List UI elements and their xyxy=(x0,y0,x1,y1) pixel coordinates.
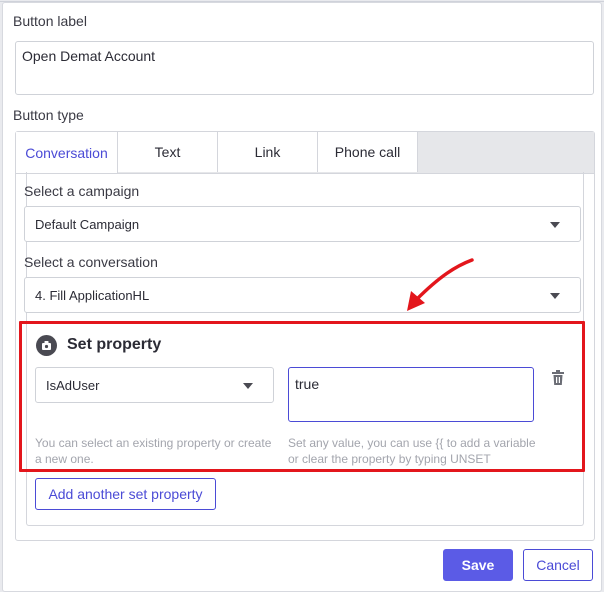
property-select[interactable]: IsAdUser xyxy=(35,367,274,403)
trash-icon[interactable] xyxy=(551,370,565,386)
arrow-annotation xyxy=(407,258,474,311)
button-type-heading: Button type xyxy=(13,107,84,123)
save-button[interactable]: Save xyxy=(443,549,513,581)
tab-text[interactable]: Text xyxy=(118,132,218,172)
chevron-down-icon xyxy=(550,293,560,299)
button-label-input[interactable]: Open Demat Account xyxy=(15,41,594,95)
property-select-value: IsAdUser xyxy=(46,377,100,393)
value-hint: Set any value, you can use {{ to add a v… xyxy=(288,436,536,466)
gear-icon xyxy=(36,335,57,356)
add-set-property-button[interactable]: Add another set property xyxy=(35,478,216,510)
tab-phone-call[interactable]: Phone call xyxy=(318,132,418,172)
chevron-down-icon xyxy=(550,222,560,228)
conversation-select[interactable]: 4. Fill ApplicationHL xyxy=(24,277,581,313)
cancel-button[interactable]: Cancel xyxy=(523,549,593,581)
property-value-input[interactable]: true xyxy=(288,367,534,422)
tab-conversation[interactable]: Conversation xyxy=(16,132,118,173)
chevron-down-icon xyxy=(243,383,253,389)
button-editor-modal: Button label Open Demat Account Button t… xyxy=(2,2,602,592)
conversation-select-value: 4. Fill ApplicationHL xyxy=(35,287,150,303)
set-property-title: Set property xyxy=(67,336,162,353)
campaign-select-value: Default Campaign xyxy=(35,216,140,232)
button-type-tabs: Conversation Text Link Phone call xyxy=(16,132,594,174)
gear-glyph xyxy=(42,341,51,350)
campaign-label: Select a campaign xyxy=(24,183,140,199)
campaign-select[interactable]: Default Campaign xyxy=(24,206,581,242)
property-hint: You can select an existing property or c… xyxy=(35,436,272,466)
conversation-label: Select a conversation xyxy=(24,254,158,270)
button-label-heading: Button label xyxy=(13,13,87,29)
tab-link[interactable]: Link xyxy=(218,132,318,172)
trash-glyph xyxy=(552,370,564,385)
